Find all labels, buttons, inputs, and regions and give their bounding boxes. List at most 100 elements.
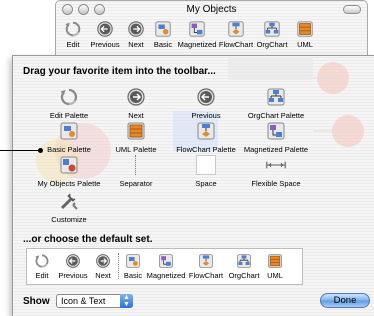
- palette-item-flexible-space[interactable]: Flexible Space: [238, 154, 314, 188]
- palette-item-magnetized-palette[interactable]: Magnetized Palette: [238, 120, 314, 154]
- main-window: My Objects Edit Previous Next Basic Magn…: [55, 0, 368, 60]
- default-item-label: Magnetized: [146, 271, 186, 280]
- toolbar-toggle-button[interactable]: [343, 5, 361, 14]
- magnetized-palette-icon: [266, 121, 286, 141]
- toolbar-item-next[interactable]: Next: [124, 20, 148, 49]
- orgchart-palette-icon: [236, 253, 252, 269]
- item-label: UML Palette: [115, 145, 157, 154]
- my-objects-palette-icon: [59, 155, 79, 175]
- default-item-label: Edit: [35, 271, 49, 280]
- toolbar-item-flowchart[interactable]: FlowChart: [219, 20, 253, 49]
- flowchart-palette-icon: [227, 20, 245, 38]
- toolbar-item-previous[interactable]: Previous: [88, 20, 122, 49]
- flowchart-palette-icon: [196, 121, 216, 141]
- palette-item-flowchart-palette[interactable]: FlowChart Palette: [168, 120, 244, 154]
- uml-palette-icon: [296, 20, 314, 38]
- default-set-heading: ...or choose the default set.: [23, 234, 153, 245]
- uml-palette-icon: [267, 253, 283, 269]
- previous-icon: [196, 87, 216, 107]
- toolbar-item-magnetized[interactable]: Magnetized: [177, 20, 217, 49]
- item-label: Next: [128, 111, 144, 120]
- flexible-space-icon: [266, 161, 286, 169]
- item-label: OrgChart Palette: [247, 111, 305, 120]
- uml-palette-icon: [126, 121, 146, 141]
- edit-icon: [64, 20, 82, 38]
- basic-palette-icon: [154, 20, 172, 38]
- item-label: Customize: [51, 215, 87, 224]
- toolbar-item-label: Previous: [90, 40, 120, 49]
- default-item-basic: Basic: [122, 253, 144, 280]
- sheet-footer: Show Icon & Text ▲ ▼ Done: [13, 287, 374, 316]
- window-title: My Objects: [186, 4, 237, 15]
- show-label: Show: [23, 296, 50, 307]
- show-mode-value: Icon & Text: [61, 296, 106, 306]
- orgchart-palette-icon: [263, 20, 281, 38]
- default-item-next: Next: [92, 253, 114, 280]
- palette-item-edit-palette[interactable]: Edit Palette: [31, 86, 107, 120]
- previous-icon: [96, 20, 114, 38]
- show-mode-select[interactable]: Icon & Text ▲ ▼: [56, 294, 133, 308]
- basic-palette-icon: [59, 121, 79, 141]
- item-label: Previous: [191, 111, 221, 120]
- default-item-label: OrgChart: [228, 271, 260, 280]
- palette-item-space[interactable]: Space: [168, 154, 244, 188]
- toolbar-item-basic[interactable]: Basic: [151, 20, 175, 49]
- default-item-label: UML: [267, 271, 283, 280]
- item-label: Space: [195, 179, 217, 188]
- toolbar-item-label: Basic: [153, 40, 173, 49]
- palette-item-my-objects-palette[interactable]: My Objects Palette: [31, 154, 107, 188]
- toolbar-item-edit[interactable]: Edit: [60, 20, 86, 49]
- default-item-label: Next: [95, 271, 111, 280]
- customize-icon: [59, 191, 79, 211]
- toolbar-item-label: UML: [297, 40, 313, 49]
- next-icon: [126, 87, 146, 107]
- magnetized-palette-icon: [188, 20, 206, 38]
- toolbar-item-label: OrgChart: [256, 40, 288, 49]
- callout-pointer: [0, 148, 43, 153]
- item-label: Magnetized Palette: [243, 145, 309, 154]
- palette-item-orgchart-palette[interactable]: OrgChart Palette: [238, 86, 314, 120]
- default-item-label: Basic: [123, 271, 143, 280]
- next-icon: [127, 20, 145, 38]
- palette-item-separator[interactable]: Separator: [98, 154, 174, 188]
- default-item-previous: Previous: [57, 253, 89, 280]
- palette-item-previous[interactable]: Previous: [168, 86, 244, 120]
- palette-item-uml-palette[interactable]: UML Palette: [98, 120, 174, 154]
- drag-instructions: Drag your favorite item into the toolbar…: [23, 66, 216, 77]
- default-item-label: Previous: [58, 271, 88, 280]
- toolbar-item-label: Edit: [66, 40, 80, 49]
- default-separator: [118, 253, 120, 279]
- item-label: Flexible Space: [251, 179, 301, 188]
- item-label: FlowChart Palette: [176, 145, 236, 154]
- default-item-label: FlowChart: [188, 271, 224, 280]
- default-toolbar-set[interactable]: Edit Previous Next Basic Magnetized Flow…: [26, 248, 303, 285]
- previous-icon: [65, 253, 81, 269]
- default-item-orgchart: OrgChart: [227, 253, 261, 280]
- basic-palette-icon: [125, 253, 141, 269]
- space-icon: [196, 155, 216, 175]
- flowchart-palette-icon: [198, 253, 214, 269]
- item-label: Basic Palette: [47, 145, 91, 154]
- edit-icon: [34, 253, 50, 269]
- default-item-magnetized: Magnetized: [147, 253, 185, 280]
- edit-icon: [59, 87, 79, 107]
- item-label: Separator: [119, 179, 153, 188]
- palette-item-customize[interactable]: Customize: [31, 190, 107, 224]
- popup-arrows-icon: ▲ ▼: [120, 294, 133, 308]
- toolbar-item-label: Next: [128, 40, 144, 49]
- separator-icon: [135, 155, 137, 175]
- done-button[interactable]: Done: [320, 293, 370, 308]
- toolbar-item-uml[interactable]: UML: [294, 20, 316, 49]
- magnetized-palette-icon: [158, 253, 174, 269]
- customize-toolbar-sheet: Drag your favorite item into the toolbar…: [12, 55, 374, 316]
- toolbar-item-label: Magnetized: [177, 40, 217, 49]
- palette-item-next[interactable]: Next: [98, 86, 174, 120]
- toolbar-item-orgchart[interactable]: OrgChart: [255, 20, 289, 49]
- default-item-edit: Edit: [31, 253, 53, 280]
- default-item-uml: UML: [264, 253, 286, 280]
- item-label: Edit Palette: [49, 111, 89, 120]
- next-icon: [95, 253, 111, 269]
- toolbar-item-label: FlowChart: [218, 40, 254, 49]
- item-label: My Objects Palette: [37, 179, 101, 188]
- orgchart-palette-icon: [266, 87, 286, 107]
